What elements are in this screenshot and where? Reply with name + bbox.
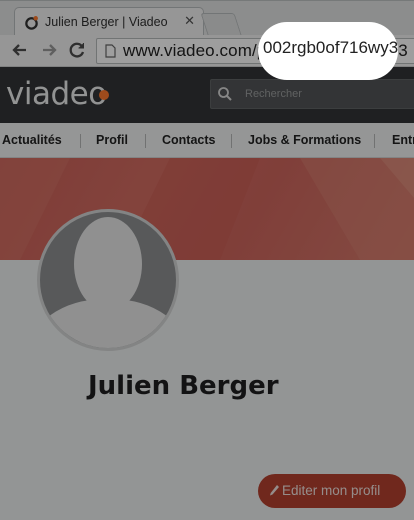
viadeo-favicon-icon	[25, 16, 38, 30]
edit-profile-label: Editer mon profil	[282, 483, 381, 498]
reload-icon[interactable]	[66, 39, 88, 61]
main-nav: Actualités Profil Contacts Jobs & Format…	[0, 123, 414, 158]
nav-item-actualites[interactable]: Actualités	[2, 133, 62, 147]
nav-divider	[374, 134, 375, 148]
url-prefix: www.viadeo.com/p/	[123, 41, 272, 60]
pencil-icon	[270, 485, 279, 496]
url-spotlight-text: 002rgb0of716wy3	[263, 38, 399, 57]
logo-accent-dot	[99, 90, 109, 100]
viadeo-logo[interactable]: viadeo	[6, 76, 107, 112]
new-tab-button[interactable]	[200, 13, 242, 35]
nav-item-profil[interactable]: Profil	[96, 133, 128, 147]
nav-item-contacts[interactable]: Contacts	[162, 133, 215, 147]
nav-divider	[145, 134, 146, 148]
profile-name: Julien Berger	[88, 371, 279, 401]
browser-tab[interactable]: Julien Berger | Viadeo ✕	[14, 7, 204, 37]
default-user-icon	[40, 217, 176, 348]
edit-profile-button[interactable]: Editer mon profil	[258, 474, 406, 508]
tab-close-icon[interactable]: ✕	[184, 13, 195, 29]
back-arrow-icon[interactable]	[9, 39, 31, 61]
nav-item-jobs-formations[interactable]: Jobs & Formations	[248, 133, 361, 147]
search-icon	[218, 87, 232, 101]
tab-title: Julien Berger | Viadeo	[45, 15, 168, 29]
nav-item-entreprises[interactable]: Entr	[392, 133, 414, 147]
search-placeholder: Rechercher	[245, 88, 302, 100]
search-input[interactable]: Rechercher	[210, 79, 414, 109]
profile-avatar[interactable]	[37, 209, 179, 351]
page-icon	[105, 44, 116, 58]
nav-divider	[231, 134, 232, 148]
nav-divider	[80, 134, 81, 148]
forward-arrow-icon[interactable]	[38, 39, 60, 61]
